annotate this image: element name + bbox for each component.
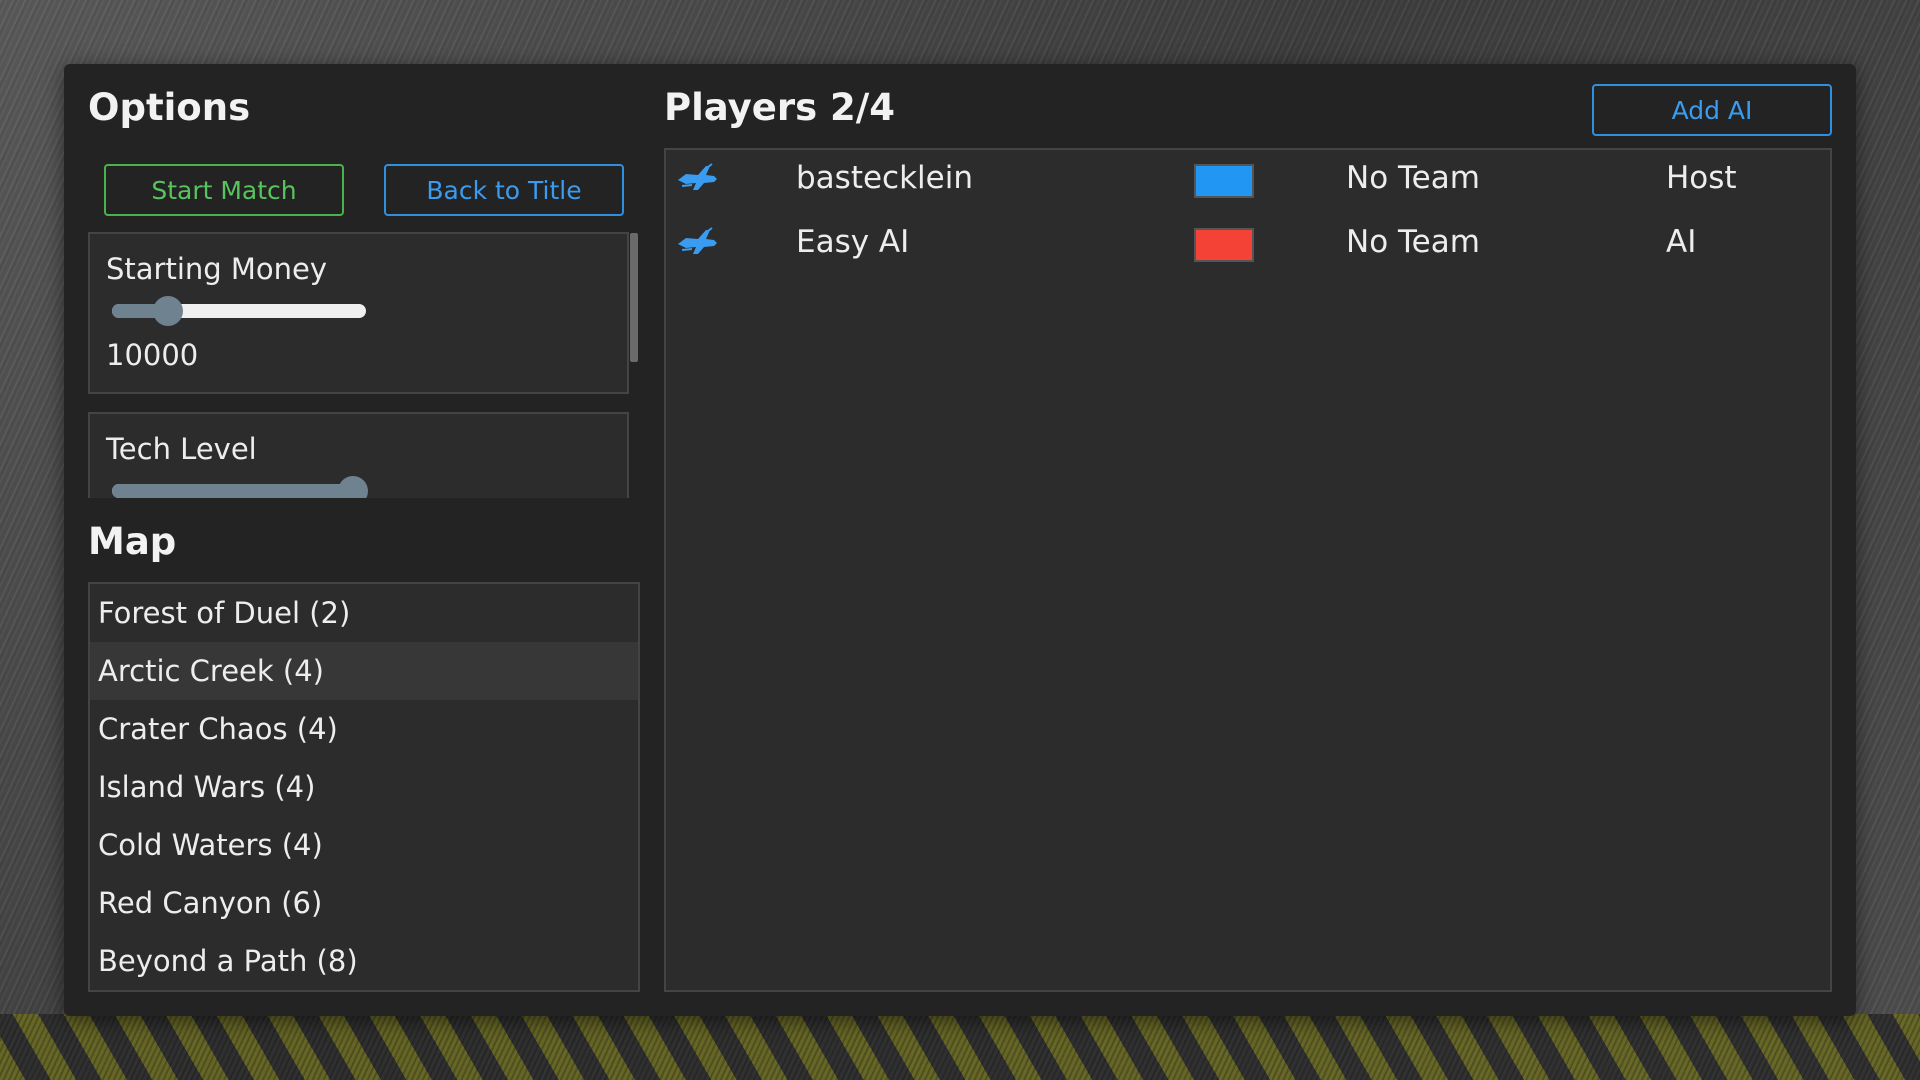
map-list-item[interactable]: Crater Chaos (4) — [90, 700, 638, 758]
player-color-swatch[interactable] — [1194, 228, 1254, 262]
starting-money-value: 10000 — [106, 338, 199, 372]
players-title: Players 2/4 — [664, 86, 895, 129]
player-role: Host — [1666, 160, 1737, 196]
tech-level-label: Tech Level — [106, 432, 257, 466]
player-color-swatch[interactable] — [1194, 164, 1254, 198]
tech-level-slider-fill — [112, 484, 354, 498]
options-title: Options — [88, 86, 251, 129]
match-setup-window: Options Start Match Back to Title Starti… — [64, 64, 1856, 1016]
player-team[interactable]: No Team — [1346, 224, 1480, 260]
jet-icon — [676, 160, 718, 194]
players-list: bastecklein No Team Host Easy AI No Team AI — [664, 148, 1832, 992]
map-list-item[interactable]: Red Canyon (6) — [90, 874, 638, 932]
back-to-title-button[interactable]: Back to Title — [384, 164, 624, 216]
tech-level-slider[interactable] — [112, 484, 366, 498]
player-team[interactable]: No Team — [1346, 160, 1480, 196]
map-list-item[interactable]: Forest of Duel (2) — [90, 584, 638, 642]
map-list-item[interactable]: Arctic Creek (4) — [90, 642, 638, 700]
player-name: Easy AI — [796, 224, 910, 260]
tech-level-card: Tech Level — [88, 412, 629, 498]
player-role: AI — [1666, 224, 1697, 260]
starting-money-card: Starting Money 10000 — [88, 232, 629, 394]
tech-level-slider-thumb[interactable] — [338, 476, 369, 498]
map-title: Map — [88, 520, 177, 563]
starting-money-label: Starting Money — [106, 252, 328, 286]
player-row: bastecklein No Team Host — [666, 150, 1830, 214]
options-scrollbar[interactable] — [630, 233, 638, 362]
player-row: Easy AI No Team AI — [666, 214, 1830, 278]
player-name: bastecklein — [796, 160, 973, 196]
map-list-item[interactable]: Cold Waters (4) — [90, 816, 638, 874]
map-list-item[interactable]: Beyond a Path (8) — [90, 932, 638, 990]
map-list: Forest of Duel (2) Arctic Creek (4) Crater… — [88, 582, 640, 992]
hazard-stripe-background — [0, 1014, 1920, 1080]
jet-icon — [676, 224, 718, 258]
starting-money-slider-thumb[interactable] — [152, 296, 183, 326]
map-list-item[interactable]: Island Wars (4) — [90, 758, 638, 816]
starting-money-slider[interactable] — [112, 304, 366, 318]
add-ai-button[interactable]: Add AI — [1592, 84, 1832, 136]
options-scroll-area[interactable]: Starting Money 10000 Tech Level — [88, 232, 640, 498]
start-match-button[interactable]: Start Match — [104, 164, 344, 216]
